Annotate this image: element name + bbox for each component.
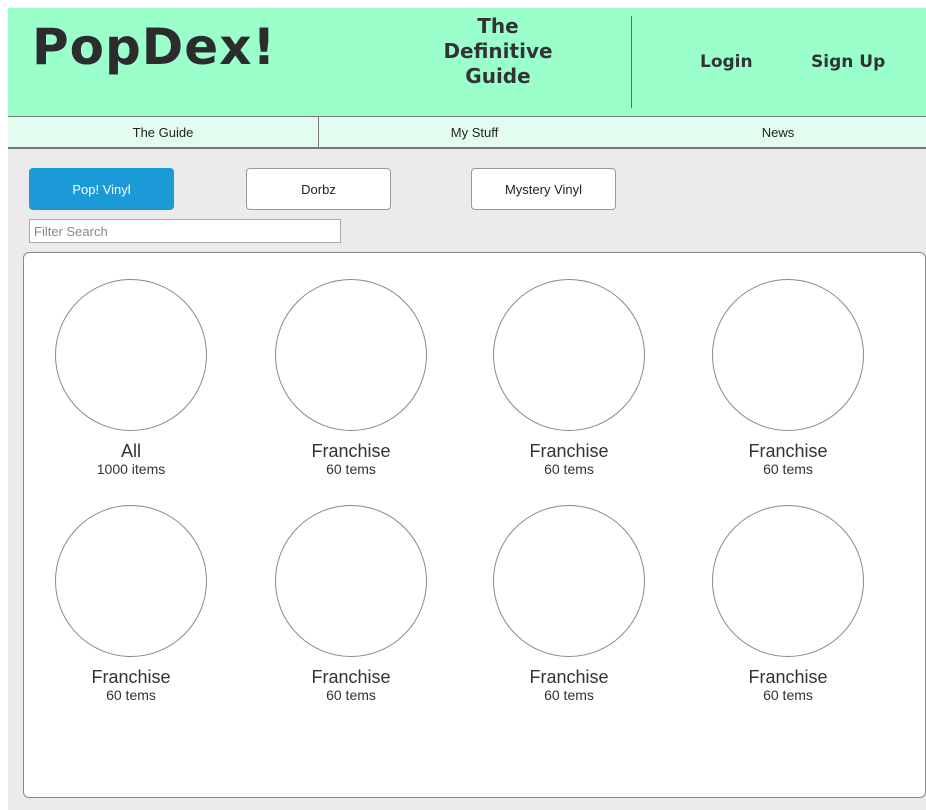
category-card[interactable]: Franchise 60 tems <box>489 279 649 477</box>
tagline-line-3: Guide <box>465 64 531 88</box>
category-count: 60 tems <box>763 687 813 703</box>
filter-search-input[interactable] <box>29 219 341 243</box>
category-name: Franchise <box>311 441 391 461</box>
nav-item-news[interactable]: News <box>630 117 926 147</box>
header: PopDex! The Definitive Guide Login Sign … <box>8 8 926 116</box>
category-name: Franchise <box>529 441 609 461</box>
signup-link[interactable]: Sign Up <box>811 52 885 72</box>
category-count: 60 tems <box>326 687 376 703</box>
category-card[interactable]: Franchise 60 tems <box>489 505 649 703</box>
category-image[interactable] <box>493 505 645 657</box>
category-image[interactable] <box>493 279 645 431</box>
category-name: Franchise <box>91 667 171 687</box>
category-card[interactable]: Franchise 60 tems <box>271 505 431 703</box>
category-count: 60 tems <box>763 461 813 477</box>
category-card[interactable]: Franchise 60 tems <box>708 279 868 477</box>
category-image[interactable] <box>712 505 864 657</box>
tab-dorbz[interactable]: Dorbz <box>246 168 391 210</box>
main-nav: The Guide My Stuff News <box>8 116 926 149</box>
logo[interactable]: PopDex! <box>32 18 276 76</box>
category-name: Franchise <box>748 441 828 461</box>
login-link[interactable]: Login <box>700 52 753 72</box>
category-card[interactable]: Franchise 60 tems <box>51 505 211 703</box>
category-card-all[interactable]: All 1000 items <box>51 279 211 477</box>
category-name: All <box>120 441 141 461</box>
category-image[interactable] <box>275 279 427 431</box>
category-name: Franchise <box>529 667 609 687</box>
category-count: 1000 items <box>96 461 166 477</box>
nav-item-the-guide[interactable]: The Guide <box>8 117 319 147</box>
category-count: 60 tems <box>544 461 594 477</box>
tagline-line-1: The <box>477 14 519 38</box>
header-divider <box>631 16 632 108</box>
category-image[interactable] <box>55 279 207 431</box>
category-count: 60 tems <box>106 687 156 703</box>
category-image[interactable] <box>55 505 207 657</box>
category-image[interactable] <box>275 505 427 657</box>
category-card[interactable]: Franchise 60 tems <box>708 505 868 703</box>
tab-pop-vinyl[interactable]: Pop! Vinyl <box>29 168 174 210</box>
page: PopDex! The Definitive Guide Login Sign … <box>8 8 926 810</box>
tab-mystery-vinyl[interactable]: Mystery Vinyl <box>471 168 616 210</box>
category-name: Franchise <box>748 667 828 687</box>
category-panel: All 1000 items Franchise 60 tems Franchi… <box>23 252 926 798</box>
category-name: Franchise <box>311 667 391 687</box>
category-count: 60 tems <box>544 687 594 703</box>
nav-item-my-stuff[interactable]: My Stuff <box>319 117 630 147</box>
category-image[interactable] <box>712 279 864 431</box>
tagline-line-2: Definitive <box>443 39 553 63</box>
category-card[interactable]: Franchise 60 tems <box>271 279 431 477</box>
tagline: The Definitive Guide <box>420 14 576 89</box>
category-count: 60 tems <box>326 461 376 477</box>
